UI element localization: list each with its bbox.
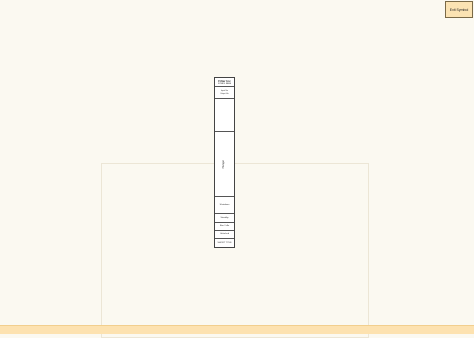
symbol-plunger-label: Plunger	[222, 159, 226, 169]
page-boundary	[101, 163, 369, 338]
editor-canvas[interactable]: Filter Inc SYMBOL NAME Input Var Output …	[0, 0, 474, 338]
symbol-output-label: Output Var	[220, 92, 229, 95]
symbol-run-section[interactable]: Run / Idle	[215, 223, 234, 231]
symbol-run-label: Run / Idle	[219, 225, 230, 228]
symbol-short-title-label: SHORT TITLE	[217, 241, 232, 244]
symbol-shutdown-section[interactable]: Shutdown	[215, 197, 234, 214]
symbol-io-section[interactable]: Input Var Output Var	[215, 87, 234, 99]
symbol-block[interactable]: Filter Inc SYMBOL NAME Input Var Output …	[214, 77, 235, 248]
exit-symbol-button[interactable]: Exit Symbol	[445, 1, 473, 18]
symbol-section-empty[interactable]	[215, 99, 234, 132]
symbol-short-title-section[interactable]: SHORT TITLE	[215, 239, 234, 247]
symbol-standby-label: Standby	[220, 216, 229, 219]
symbol-plunger-section[interactable]: Plunger	[215, 132, 234, 197]
symbol-shutdown-label: Shutdown	[219, 203, 230, 206]
symbol-unlocked-section[interactable]: Unlocked	[215, 231, 234, 239]
symbol-unlocked-label: Unlocked	[219, 233, 230, 236]
symbol-header[interactable]: Filter Inc SYMBOL NAME	[215, 78, 234, 87]
symbol-subtitle: SYMBOL NAME	[217, 82, 232, 85]
symbol-standby-section[interactable]: Standby	[215, 214, 234, 223]
